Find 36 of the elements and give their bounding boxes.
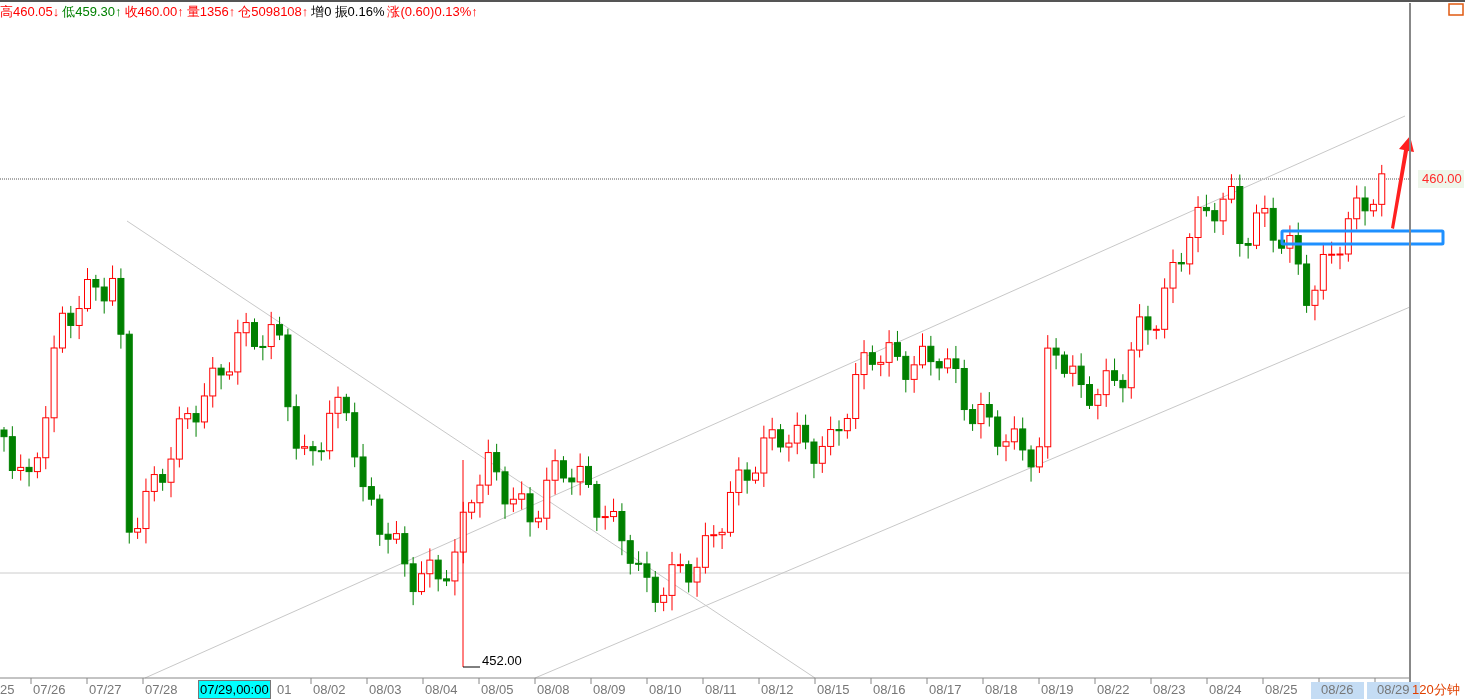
quote-value: 涨(0.60)0.13%↑ [387, 3, 478, 21]
date-label: 08/19 [1041, 682, 1074, 698]
date-label: 08/24 [1209, 682, 1242, 698]
quote-value: 量1356↑ [186, 3, 236, 21]
date-label: 08/26 [1311, 682, 1364, 699]
quote-value: 增0 [311, 3, 332, 21]
date-label: 08/23 [1153, 682, 1186, 698]
period-label[interactable]: 120分钟 [1412, 682, 1460, 698]
cursor-date-label: 07/29,00:00 [198, 680, 271, 699]
date-label: 07/27 [89, 682, 122, 698]
date-label: 08/18 [985, 682, 1018, 698]
quote-value: 振0.16% [334, 3, 385, 21]
date-label: 08/15 [817, 682, 850, 698]
quote-value: 高460.05↓ [0, 3, 60, 21]
date-label: 25 [0, 682, 15, 698]
date-label: 08/16 [873, 682, 906, 698]
quote-value: 仓5098108↑ [238, 3, 309, 21]
date-label: 08/10 [649, 682, 682, 698]
date-label: 01 [277, 682, 292, 698]
low-price-label: 452.00 [482, 653, 522, 668]
date-label: 08/04 [425, 682, 458, 698]
quote-value: 收460.00↑ [124, 3, 184, 21]
date-label: 08/09 [593, 682, 626, 698]
date-label: 07/26 [33, 682, 66, 698]
date-label: 07/28 [145, 682, 178, 698]
date-label: 08/17 [929, 682, 962, 698]
date-label: 08/05 [481, 682, 514, 698]
date-label: 08/12 [761, 682, 794, 698]
date-label: 08/08 [537, 682, 570, 698]
quote-value: 低459.30↑ [62, 3, 122, 21]
date-label: 08/03 [369, 682, 402, 698]
price-label: 460.00 [1418, 170, 1464, 188]
date-label: 08/11 [705, 682, 737, 698]
date-label: 08/22 [1097, 682, 1130, 698]
date-label: 08/25 [1265, 682, 1298, 698]
date-label: 08/02 [313, 682, 346, 698]
